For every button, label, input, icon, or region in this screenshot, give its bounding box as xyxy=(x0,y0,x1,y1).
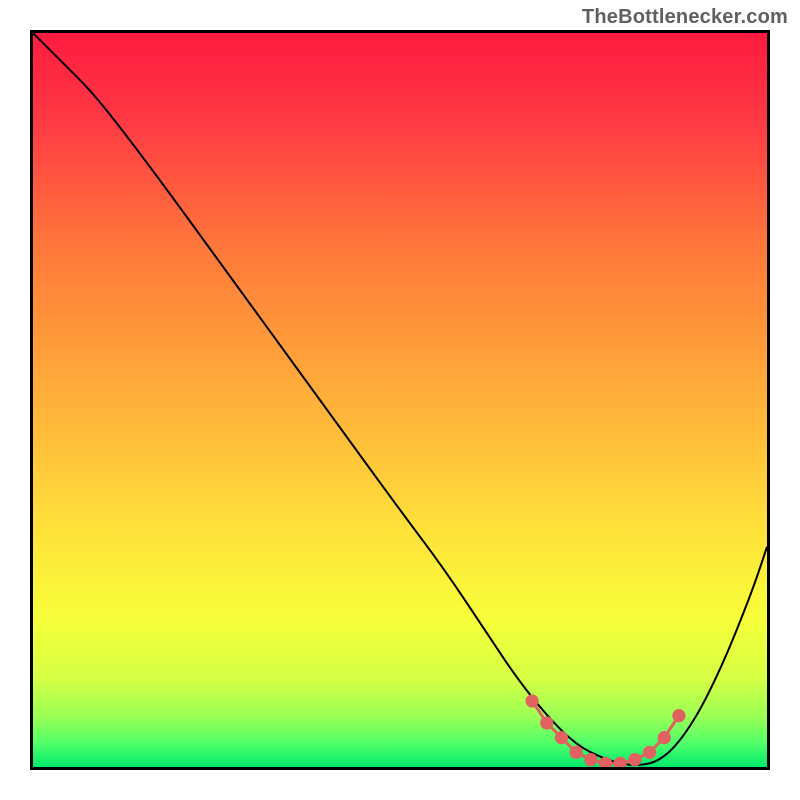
chart-canvas: TheBottlenecker.com xyxy=(0,0,800,800)
plot-area xyxy=(30,30,770,770)
watermark-label: TheBottlenecker.com xyxy=(582,6,788,29)
curve-layer xyxy=(33,33,767,767)
bottleneck-curve xyxy=(33,33,767,765)
optimal-markers xyxy=(526,694,686,767)
